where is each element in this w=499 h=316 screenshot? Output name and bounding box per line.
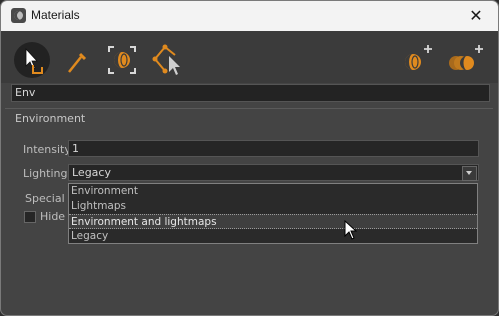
intensity-label: Intensity:	[23, 143, 74, 156]
eyedropper-icon	[68, 52, 87, 73]
lighting-select-value: Legacy	[72, 166, 111, 179]
add-multi-material-button[interactable]	[447, 42, 483, 78]
dropdown-option-environment-and-lightmaps[interactable]: Environment and lightmaps	[69, 214, 477, 229]
dropdown-option-environment[interactable]: Environment	[69, 184, 477, 199]
lighting-dropdown-list: Environment Lightmaps Environment and li…	[68, 183, 478, 244]
close-button[interactable]: ✕	[454, 1, 498, 31]
add-multi-material-icon	[449, 45, 483, 70]
window-title: Materials	[31, 8, 80, 22]
select-material-button[interactable]	[14, 42, 50, 78]
mouse-cursor-icon	[344, 220, 358, 240]
select-material-icon	[25, 47, 43, 74]
hide-checkbox[interactable]	[24, 211, 36, 223]
app-icon	[11, 8, 26, 23]
pick-node-button[interactable]	[151, 42, 187, 78]
material-name-field[interactable]: Env	[11, 84, 490, 102]
focus-material-icon	[108, 46, 136, 74]
lighting-select[interactable]: Legacy	[68, 164, 479, 181]
materials-window: Materials ✕ Env Environment Intensity: 1…	[0, 0, 499, 316]
lighting-label: Lighting:	[23, 167, 72, 180]
toolbar	[1, 31, 498, 83]
environment-group-title: Environment	[15, 112, 86, 125]
pick-node-icon	[152, 44, 180, 75]
dropdown-option-legacy[interactable]: Legacy	[69, 229, 477, 244]
intensity-input[interactable]: 1	[68, 140, 479, 157]
add-material-icon	[405, 45, 432, 70]
eyedropper-button[interactable]	[59, 42, 95, 78]
title-bar: Materials ✕	[1, 1, 498, 31]
add-material-button[interactable]	[399, 42, 435, 78]
focus-material-button[interactable]	[104, 42, 140, 78]
dropdown-option-lightmaps[interactable]: Lightmaps	[69, 199, 477, 214]
chevron-down-icon[interactable]	[462, 166, 477, 181]
